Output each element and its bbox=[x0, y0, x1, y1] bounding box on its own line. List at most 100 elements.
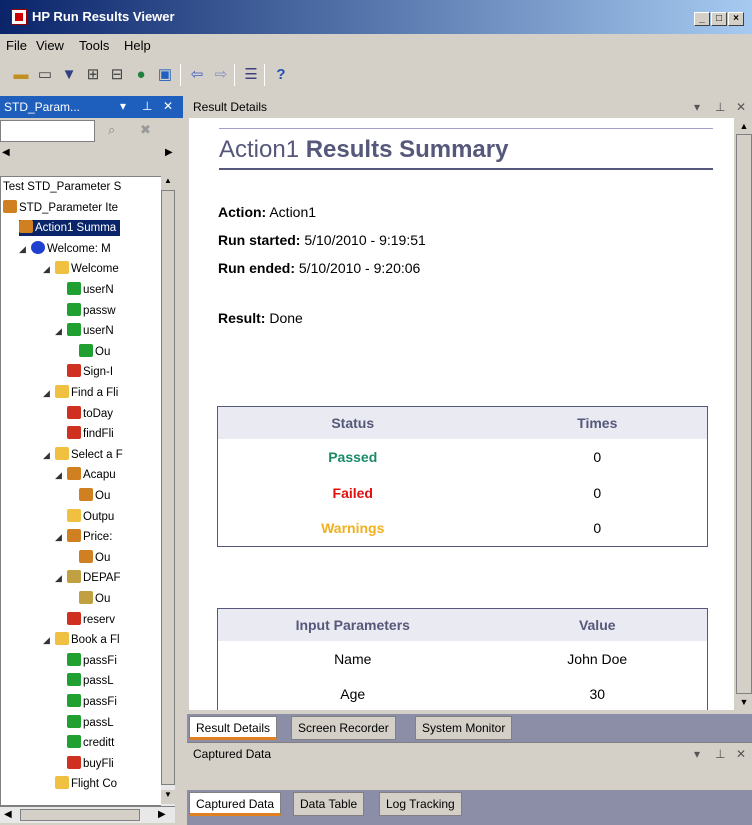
param-value: 30 bbox=[589, 686, 606, 703]
minimize-button[interactable]: _ bbox=[694, 12, 710, 26]
tree-node[interactable]: creditt bbox=[67, 735, 114, 751]
times-value: 0 bbox=[593, 484, 602, 501]
menu-bar: File View Tools Help bbox=[0, 34, 752, 56]
tree-node[interactable]: Select a F bbox=[55, 446, 123, 463]
status-failed: Failed bbox=[332, 484, 373, 501]
tab-captured-data[interactable]: Captured Data bbox=[189, 792, 282, 816]
expand-toggle-icon[interactable]: ◢ bbox=[43, 388, 50, 399]
close-icon[interactable]: ✕ bbox=[736, 100, 746, 114]
tree-node[interactable]: toDay bbox=[67, 405, 113, 422]
tree-node[interactable]: Outpu bbox=[67, 508, 114, 525]
tree-node[interactable]: Ou bbox=[79, 343, 110, 360]
param-value-column-header: Value bbox=[487, 608, 708, 641]
expand-all-icon[interactable]: ⊞ bbox=[84, 66, 102, 84]
menu-tools[interactable]: Tools bbox=[79, 38, 109, 53]
tree-node[interactable]: Action1 Summa bbox=[19, 220, 121, 237]
tree-node[interactable]: passFi bbox=[67, 694, 117, 710]
content-vertical-scrollbar[interactable]: ▲ ▼ bbox=[736, 118, 752, 710]
menu-file[interactable]: File bbox=[6, 38, 27, 53]
window-icon[interactable]: ▭ bbox=[36, 66, 54, 84]
filter-icon[interactable]: ▼ bbox=[60, 66, 78, 84]
tree-node[interactable]: Welcome bbox=[55, 261, 119, 277]
tab-screen-recorder[interactable]: Screen Recorder bbox=[291, 716, 396, 740]
run-started-value: 5/10/2010 - 9:19:51 bbox=[300, 232, 426, 248]
tree-horizontal-scrollbar[interactable]: ◀ ▶ bbox=[0, 806, 175, 823]
forward-icon[interactable]: ⇨ bbox=[212, 66, 230, 84]
tree-node-label: Welcome bbox=[71, 263, 119, 276]
tree-node[interactable]: userN bbox=[67, 323, 114, 339]
tab-log-tracking[interactable]: Log Tracking bbox=[379, 792, 462, 816]
logo-icon bbox=[67, 652, 81, 666]
tree-node[interactable]: Welcome: M bbox=[31, 240, 111, 257]
param-name-column-header: Input Parameters bbox=[217, 608, 488, 641]
help-icon[interactable]: ? bbox=[272, 66, 290, 84]
tree-node-label: passFi bbox=[83, 654, 117, 667]
close-icon[interactable]: ✕ bbox=[736, 747, 746, 761]
pin-icon[interactable]: ⊥ bbox=[715, 100, 725, 114]
expand-toggle-icon[interactable]: ◢ bbox=[43, 450, 50, 461]
open-icon[interactable]: ▬ bbox=[12, 66, 30, 84]
tree-node[interactable]: findFli bbox=[67, 426, 114, 442]
tree-node[interactable]: userN bbox=[67, 282, 114, 298]
close-icon[interactable]: ✕ bbox=[163, 99, 173, 113]
tree-node[interactable]: passL bbox=[67, 673, 114, 689]
expand-toggle-icon[interactable]: ◢ bbox=[43, 635, 50, 646]
export-icon[interactable]: ▣ bbox=[156, 66, 174, 84]
left-pane-header: STD_Param... ▾ ⊥ ✕ bbox=[0, 96, 183, 118]
tree-node[interactable]: Acapu bbox=[67, 467, 116, 483]
title-bar: HP Run Results Viewer _ □ × bbox=[0, 0, 752, 34]
tree-node[interactable]: reserv bbox=[67, 611, 115, 628]
left-scroll-nav[interactable]: ◀ ▶ bbox=[0, 146, 183, 162]
expand-toggle-icon[interactable]: ◢ bbox=[19, 244, 26, 255]
tab-result-details[interactable]: Result Details bbox=[189, 716, 278, 740]
tree-node[interactable]: Flight Co bbox=[55, 776, 117, 792]
tree-node[interactable]: Find a Fli bbox=[55, 385, 118, 401]
tree-node-label: Book a Fl bbox=[71, 634, 120, 647]
tree-node[interactable]: passL bbox=[67, 714, 114, 731]
tree-node[interactable]: Price: bbox=[67, 529, 112, 545]
search-icon[interactable]: ● bbox=[132, 66, 150, 84]
tree-search-input[interactable] bbox=[0, 120, 95, 142]
tree-node[interactable]: Test STD_Parameter S bbox=[3, 179, 121, 195]
run-started-row: Run started: 5/10/2010 - 9:19:51 bbox=[218, 232, 426, 248]
list-icon[interactable]: ☰ bbox=[242, 66, 260, 84]
table-row: Warnings 0 bbox=[218, 511, 708, 547]
tab-system-monitor[interactable]: System Monitor bbox=[415, 716, 513, 740]
dropdown-icon[interactable]: ▾ bbox=[694, 747, 700, 761]
tab-data-table[interactable]: Data Table bbox=[293, 792, 365, 816]
collapse-all-icon[interactable]: ⊟ bbox=[108, 66, 126, 84]
clear-icon[interactable]: ✖ bbox=[140, 122, 162, 142]
tree-node[interactable]: DEPAF bbox=[67, 570, 121, 586]
tree-node[interactable]: STD_Parameter Ite bbox=[3, 199, 118, 216]
expand-toggle-icon[interactable]: ◢ bbox=[55, 326, 62, 337]
expand-toggle-icon[interactable]: ◢ bbox=[43, 264, 50, 275]
dropdown-icon[interactable]: ▾ bbox=[694, 100, 700, 114]
find-icon[interactable]: ⌕ bbox=[108, 122, 130, 142]
tree-node[interactable]: Book a Fl bbox=[55, 632, 120, 648]
red-icon bbox=[67, 405, 81, 419]
close-button[interactable]: × bbox=[728, 12, 744, 26]
tree-node-label: passL bbox=[83, 675, 114, 688]
tree-vertical-scrollbar[interactable]: ▲ ▼ bbox=[161, 176, 175, 806]
menu-help[interactable]: Help bbox=[124, 38, 151, 53]
pin-icon[interactable]: ⊥ bbox=[715, 747, 725, 761]
tree-node[interactable]: Sign-I bbox=[67, 364, 113, 380]
back-icon[interactable]: ⇦ bbox=[188, 66, 206, 84]
tree-node[interactable]: Ou bbox=[79, 591, 110, 607]
maximize-button[interactable]: □ bbox=[711, 12, 727, 26]
tree-node[interactable]: Ou bbox=[79, 488, 110, 504]
results-tree[interactable]: Test STD_Parameter S STD_Parameter Ite Act… bbox=[0, 176, 175, 806]
pin-icon[interactable]: ⊥ bbox=[142, 99, 152, 113]
tree-node[interactable]: passw bbox=[67, 302, 116, 319]
expand-toggle-icon[interactable]: ◢ bbox=[55, 573, 62, 584]
tree-node[interactable]: Ou bbox=[79, 549, 110, 566]
folder-icon bbox=[55, 446, 69, 460]
result-label: Result: bbox=[218, 310, 266, 326]
expand-toggle-icon[interactable]: ◢ bbox=[55, 532, 62, 543]
tree-node[interactable]: buyFli bbox=[67, 755, 114, 772]
expand-toggle-icon[interactable]: ◢ bbox=[55, 470, 62, 481]
menu-view[interactable]: View bbox=[36, 38, 64, 53]
dropdown-icon[interactable]: ▾ bbox=[120, 99, 126, 113]
tree-node[interactable]: passFi bbox=[67, 652, 117, 669]
status-column-header: Status bbox=[217, 406, 488, 439]
